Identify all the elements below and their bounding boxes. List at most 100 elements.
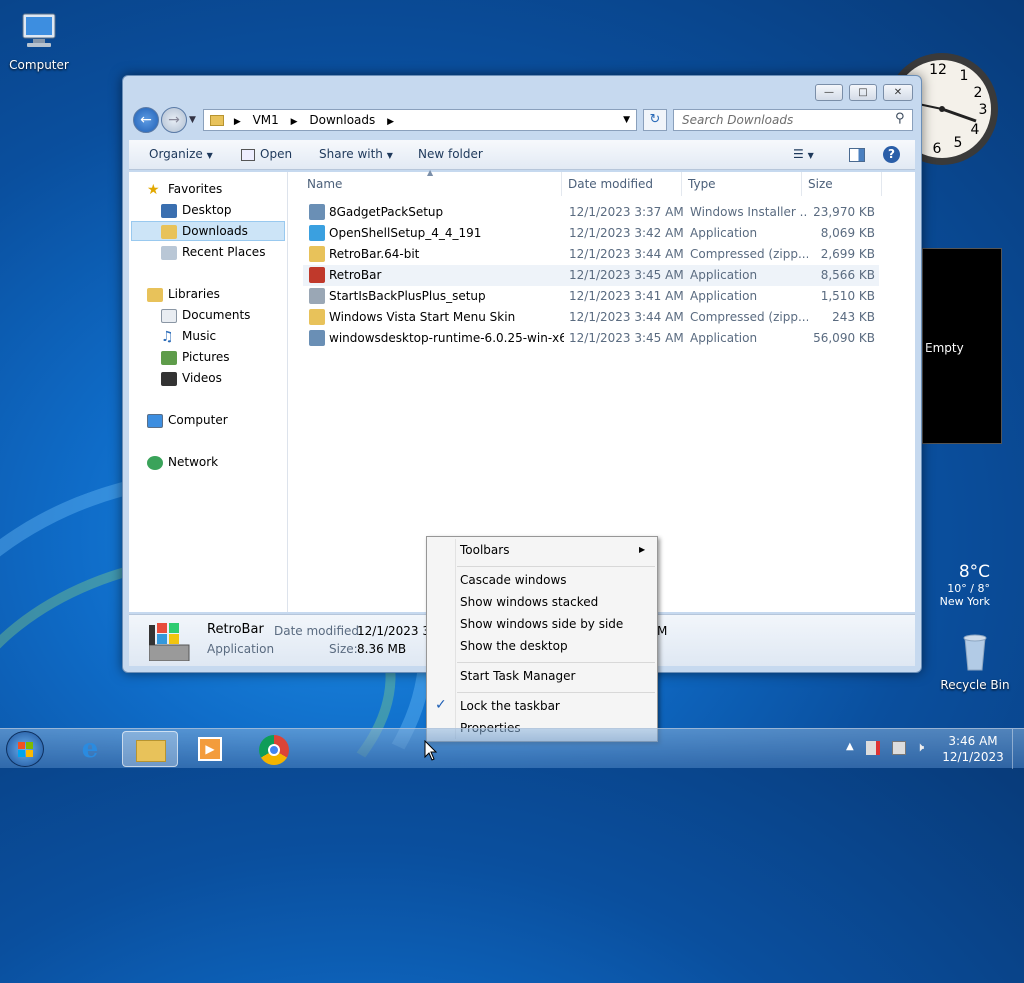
weather-temp: 8°C	[958, 562, 990, 582]
menu-item-show-desktop[interactable]: Show the desktop	[460, 639, 568, 653]
menu-item-lock-taskbar[interactable]: Lock the taskbar	[460, 699, 560, 713]
weather-gadget[interactable]: 8°C 10° / 8° New York	[918, 556, 1006, 616]
file-row[interactable]: OpenShellSetup_4_4_191 12/1/2023 3:42 AM A…	[303, 223, 879, 244]
file-date: 12/1/2023 3:45 AM	[569, 268, 684, 282]
nav-desktop[interactable]: Desktop	[161, 203, 232, 218]
file-row[interactable]: RetroBar.64-bit 12/1/2023 3:44 AM Compress…	[303, 244, 879, 265]
nav-videos[interactable]: Videos	[161, 371, 222, 386]
nav-recent-places[interactable]: Recent Places	[161, 245, 265, 260]
computer-icon	[147, 413, 163, 428]
file-name: windowsdesktop-runtime-6.0.25-win-x64	[329, 331, 564, 345]
close-button[interactable]: ✕	[883, 84, 913, 101]
nav-downloads[interactable]: Downloads	[161, 224, 248, 239]
libraries-icon	[147, 287, 163, 302]
volume-muted-icon[interactable]: 🕨	[916, 740, 924, 755]
taskbar-media-player[interactable]: ▶	[182, 731, 238, 767]
breadcrumb-separator-icon: ▶	[233, 117, 241, 127]
file-icon	[309, 246, 325, 262]
organize-button[interactable]: Organize ▼	[149, 147, 213, 161]
submenu-arrow-icon: ▶	[639, 545, 646, 554]
file-type: Application	[690, 226, 758, 240]
tray-clock[interactable]: 3:46 AM 12/1/2023	[940, 733, 1006, 765]
address-row: ← → ▼ ▶ VM1 ▶ Downloads ▶ ▼ ↻ Search Dow…	[131, 106, 913, 134]
file-row[interactable]: 8GadgetPackSetup 12/1/2023 3:37 AM Windows…	[303, 202, 879, 223]
command-bar: Organize ▼ Open Share with ▼ New folder …	[129, 140, 915, 170]
action-center-icon[interactable]	[866, 741, 880, 755]
file-date: 12/1/2023 3:42 AM	[569, 226, 684, 240]
open-button[interactable]: Open	[241, 147, 292, 161]
media-player-icon: ▶	[198, 737, 222, 761]
file-row[interactable]: windowsdesktop-runtime-6.0.25-win-x64 12/…	[303, 328, 879, 349]
nav-music[interactable]: ♫ Music	[161, 329, 216, 344]
network-status-icon[interactable]	[892, 741, 906, 755]
address-dropdown-icon[interactable]: ▼	[623, 110, 630, 130]
file-type: Compressed (zipp...	[690, 247, 808, 261]
windows-logo-icon	[18, 742, 34, 758]
gadget-empty-label: Empty	[925, 341, 964, 355]
taskbar-internet-explorer[interactable]: e	[62, 731, 118, 767]
menu-item-toolbars[interactable]: Toolbars	[460, 543, 509, 557]
taskbar[interactable]: e ▶ ▲ 🕨 3:46 AM 12/1/2023	[0, 728, 1024, 769]
file-size: 243 KB	[832, 310, 875, 324]
nav-network[interactable]: Network	[147, 455, 218, 470]
column-header-date[interactable]: Date modified	[562, 172, 682, 196]
recent-pages-dropdown[interactable]: ▼	[189, 115, 196, 125]
nav-computer[interactable]: Computer	[147, 413, 228, 428]
recycle-bin-icon	[953, 630, 997, 674]
videos-icon	[161, 371, 177, 386]
show-hidden-icons-button[interactable]: ▲	[846, 741, 854, 752]
new-folder-button[interactable]: New folder	[418, 147, 483, 161]
menu-item-cascade[interactable]: Cascade windows	[460, 573, 567, 587]
view-options-button[interactable]: ☰ ▼	[793, 147, 814, 161]
internet-explorer-icon: e	[81, 734, 99, 764]
breadcrumb-downloads[interactable]: Downloads	[309, 113, 375, 127]
nav-documents[interactable]: Documents	[161, 308, 250, 323]
recycle-bin-desktop-icon[interactable]: Recycle Bin	[940, 630, 1010, 692]
tray-date: 12/1/2023	[942, 750, 1004, 764]
show-desktop-button[interactable]	[1012, 729, 1024, 769]
open-icon	[241, 148, 255, 161]
breadcrumb-separator-icon: ▶	[290, 117, 298, 127]
menu-item-stacked[interactable]: Show windows stacked	[460, 595, 598, 609]
maximize-button[interactable]: □	[849, 84, 877, 101]
taskbar-chrome[interactable]	[246, 731, 302, 767]
checkmark-icon: ✓	[435, 697, 447, 713]
search-input[interactable]: Search Downloads	[673, 109, 913, 131]
menu-separator	[457, 662, 655, 663]
share-with-button[interactable]: Share with ▼	[319, 147, 393, 161]
mouse-cursor-icon	[424, 739, 438, 765]
menu-item-task-manager[interactable]: Start Task Manager	[460, 669, 575, 683]
file-date: 12/1/2023 3:41 AM	[569, 289, 684, 303]
taskbar-explorer-active[interactable]	[122, 731, 178, 767]
column-header-size[interactable]: Size	[802, 172, 882, 196]
file-type: Application	[690, 331, 758, 345]
start-button[interactable]	[6, 731, 44, 767]
title-bar[interactable]: — □ ✕	[123, 76, 921, 104]
column-header-name[interactable]: Name	[301, 172, 562, 196]
nav-favorites[interactable]: ★ Favorites	[147, 182, 222, 197]
address-bar[interactable]: ▶ VM1 ▶ Downloads ▶ ▼	[203, 109, 637, 131]
clock-numeral: 4	[971, 122, 980, 138]
column-header-type[interactable]: Type	[682, 172, 802, 196]
file-row[interactable]: RetroBar 12/1/2023 3:45 AM Application 8,56…	[303, 265, 879, 286]
help-icon[interactable]: ?	[883, 146, 900, 163]
file-type: Application	[690, 289, 758, 303]
details-date-value: 12/1/2023 3:	[357, 624, 435, 638]
file-row[interactable]: Windows Vista Start Menu Skin 12/1/2023 3…	[303, 307, 879, 328]
forward-button[interactable]: →	[161, 107, 187, 133]
breadcrumb-vm1[interactable]: VM1	[253, 113, 279, 127]
preview-pane-button[interactable]	[849, 148, 865, 162]
refresh-button[interactable]: ↻	[643, 109, 667, 131]
back-button[interactable]: ←	[133, 107, 159, 133]
computer-desktop-icon[interactable]: Computer	[4, 10, 74, 72]
file-name: OpenShellSetup_4_4_191	[329, 226, 482, 240]
menu-item-side-by-side[interactable]: Show windows side by side	[460, 617, 623, 631]
file-date: 12/1/2023 3:44 AM	[569, 310, 684, 324]
computer-desktop-label: Computer	[9, 58, 69, 72]
minimize-button[interactable]: —	[815, 84, 843, 101]
clock-numeral: 1	[960, 68, 969, 84]
slideshow-gadget[interactable]: Empty	[922, 248, 1002, 444]
nav-pictures[interactable]: Pictures	[161, 350, 230, 365]
nav-libraries[interactable]: Libraries	[147, 287, 220, 302]
file-row[interactable]: StartIsBackPlusPlus_setup 12/1/2023 3:41 …	[303, 286, 879, 307]
